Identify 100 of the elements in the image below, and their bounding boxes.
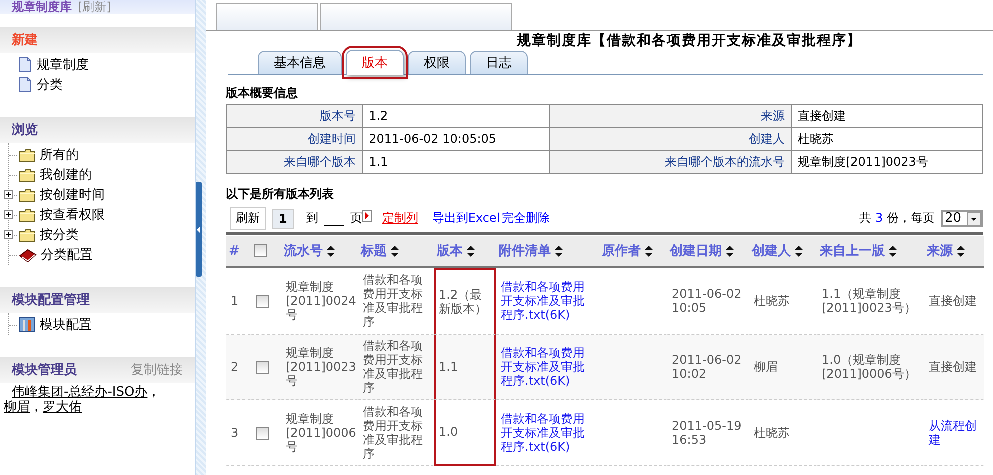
field-value: 杜晓苏 [791,128,982,150]
section-header: 新建 [0,27,195,53]
collapse-arrow-icon [196,226,201,232]
cell-link[interactable]: 借款和各项费用开支标准及审批程序.txt(6K) [501,412,594,454]
book-icon [19,248,37,262]
folder-icon [19,148,36,162]
sidebar-item[interactable]: 按查看权限 [40,206,105,224]
dropdown-icon [967,212,981,226]
field-label: 来自哪个版本的流水号 [550,150,792,174]
expand-icon[interactable] [4,210,13,219]
sort-icon [956,244,966,258]
total-count: 共 3 份，每页 [860,210,935,227]
section-heading: 以下是所有版本列表 [226,186,335,203]
admin-link[interactable]: 伟峰集团-总经办-ISO办 [12,385,148,400]
page-number[interactable]: 1 [272,208,294,228]
page-tab[interactable] [216,3,318,30]
page-label: 页 [350,210,362,227]
admin-link[interactable]: 柳眉 [4,400,30,415]
document-icon [18,77,33,93]
sort-icon [326,244,336,258]
sort-icon [644,244,654,258]
table-cell: 借款和各项费用开支标准及审批程序 [363,404,423,460]
separator-text: ， [30,400,43,415]
sidebar-item[interactable]: 规章制度 [37,56,89,74]
table-cell: 1.1（规章制度[2011]0023号） [822,287,916,315]
tools-icon [19,317,36,333]
table-cell: 3 [231,426,239,440]
sort-icon [466,244,476,258]
folder-icon [19,188,36,202]
folder-icon [19,168,36,182]
table-cell: 杜晓苏 [754,426,790,440]
field-value: 2011-06-02 10:05:05 [362,128,550,150]
sort-icon [554,244,564,258]
row-checkbox[interactable] [256,426,269,440]
field-label: 创建人 [550,128,792,150]
goto-label: 到 [306,210,318,227]
sidebar-item[interactable]: 分类 [37,76,63,94]
cell-link[interactable]: 从流程创建 [929,418,979,446]
select-all-checkbox[interactable] [254,244,267,258]
expand-icon[interactable] [4,230,13,239]
field-label: 来源 [550,104,792,128]
table-cell: 2011-06-02 10:05 [672,287,742,315]
sort-icon [888,244,898,258]
table-cell: 借款和各项费用开支标准及审批程序 [363,339,423,395]
table-cell: 2011-05-19 16:53 [672,418,742,446]
row-checkbox[interactable] [256,361,269,374]
folder-icon [19,228,36,242]
table-cell: 规章制度[2011]0023号 [286,346,356,388]
table-cell: 2011-06-02 10:02 [672,353,742,381]
sidebar-item[interactable]: 按创建时间 [40,186,105,204]
table-cell: 2 [231,360,239,374]
field-value: 规章制度[2011]0023号 [791,150,982,174]
table-cell: 规章制度[2011]0006号 [286,412,356,454]
export-link[interactable]: 导出到Excel [432,210,500,227]
field-value: 1.1 [362,150,550,174]
expand-icon[interactable] [4,190,13,199]
page-size-select[interactable]: 20 [941,210,983,227]
table-cell: 1 [231,294,239,308]
field-label: 版本号 [226,104,363,128]
go-icon[interactable] [362,210,372,222]
table-cell: 杜晓苏 [754,294,790,308]
tab[interactable]: 权限 [408,51,466,74]
sidebar-item[interactable]: 我创建的 [40,166,92,184]
column-header[interactable]: 标题 [361,242,387,260]
cell-link[interactable]: 借款和各项费用开支标准及审批程序.txt(6K) [501,280,594,322]
section-header: 模块管理员 复制链接 [0,357,195,383]
sidebar-item[interactable]: 分类配置 [41,246,93,264]
column-header: # [229,244,240,258]
customize-columns-link[interactable]: 定制列 [382,210,418,227]
page-title: 规章制度库【借款和各项费用开支标准及审批程序】 [516,32,863,49]
section-header: 浏览 [0,117,195,143]
table-cell: 1.1 [439,360,458,374]
module-title: 规章制度库 [12,0,72,14]
refresh-button[interactable]: 刷新 [230,207,266,230]
row-checkbox[interactable] [256,295,269,308]
table-cell: 借款和各项费用开支标准及审批程序 [363,273,423,329]
section-header: 模块配置管理 [0,287,195,313]
sidebar-item[interactable]: 模块配置 [40,316,92,334]
page-tab[interactable] [320,3,512,30]
section-heading: 版本概要信息 [226,85,299,102]
table-cell: 直接创建 [929,360,977,374]
sort-icon [390,244,400,258]
admin-link[interactable]: 罗大佑 [43,400,82,415]
table-cell: 直接创建 [929,294,977,308]
field-value: 直接创建 [791,104,982,128]
table-cell: 1.0（规章制度[2011]0006号） [822,353,916,381]
sort-icon [794,244,804,258]
document-icon [18,57,33,73]
table-cell: 柳眉 [754,360,778,374]
table-cell: 1.0 [439,425,458,439]
field-label: 来自哪个版本 [226,150,363,174]
tab[interactable]: 基本信息 [258,51,342,74]
sidebar-item[interactable]: 所有的 [40,146,79,164]
separator-text: ， [148,385,161,400]
tab[interactable]: 日志 [470,51,528,74]
delete-link[interactable]: 完全删除 [502,210,550,227]
table-cell: 规章制度[2011]0024号 [286,280,356,322]
sidebar-item[interactable]: 按分类 [40,226,79,244]
splitter-handle[interactable] [196,182,202,277]
field-label: 创建时间 [226,128,363,150]
